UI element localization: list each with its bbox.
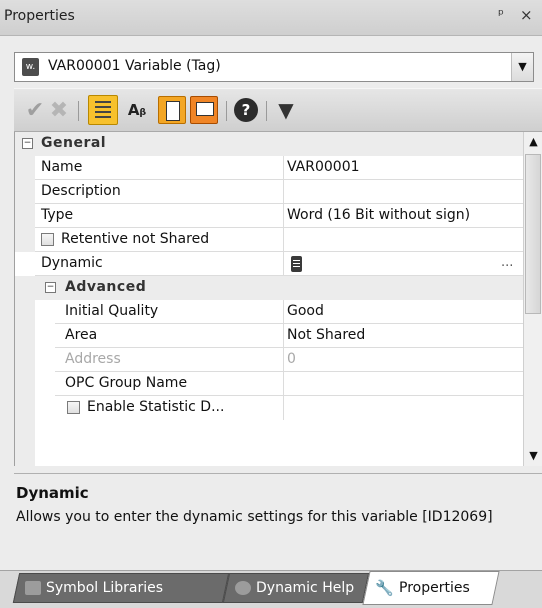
scroll-up-icon[interactable]: ▲ [524, 132, 542, 152]
pin-icon[interactable]: ᵖ [498, 7, 504, 23]
property-name: Name [41, 159, 83, 175]
property-row-address[interactable]: Address 0 [15, 348, 523, 372]
tab-label: Dynamic Help [256, 580, 355, 596]
object-selector[interactable]: w. VAR00001 Variable (Tag) ▼ [14, 52, 534, 82]
property-value[interactable]: Good [287, 303, 324, 319]
property-name: Area [65, 327, 98, 343]
toolbar-separator [266, 101, 267, 121]
toolbar-separator [78, 101, 79, 121]
category-general[interactable]: − General [15, 132, 523, 156]
scrollbar-thumb[interactable] [525, 154, 541, 314]
property-row-dynamic[interactable]: Dynamic ... [15, 252, 523, 276]
property-row-description[interactable]: Description [15, 180, 523, 204]
collapse-icon[interactable]: − [45, 282, 56, 293]
column-divider [283, 300, 284, 324]
object-selector-text: VAR00001 Variable (Tag) [48, 58, 221, 74]
properties-toolbar: ✔ ✖ Aᵦ ? ▼ [14, 88, 542, 132]
column-divider [283, 396, 284, 420]
tab-dynamic-help[interactable]: Dynamic Help [222, 573, 370, 603]
property-name: Description [41, 183, 121, 199]
tab-symbol-libraries[interactable]: Symbol Libraries [12, 573, 230, 603]
symbol-library-icon [25, 581, 41, 595]
help-globe-icon [235, 581, 251, 595]
property-value: 0 [287, 351, 296, 367]
property-value[interactable]: Not Shared [287, 327, 365, 343]
property-row-name[interactable]: Name VAR00001 [15, 156, 523, 180]
description-panel: Dynamic Allows you to enter the dynamic … [14, 473, 542, 568]
property-name: Address [65, 351, 121, 367]
statistic-checkbox[interactable] [67, 401, 80, 414]
property-row-opc-group[interactable]: OPC Group Name [15, 372, 523, 396]
column-divider [283, 228, 284, 252]
column-divider [283, 324, 284, 348]
property-name: Type [41, 207, 74, 223]
property-value[interactable]: Word (16 Bit without sign) [287, 207, 470, 223]
variable-icon: w. [22, 58, 39, 76]
alphabetical-view-icon[interactable]: Aᵦ [122, 96, 152, 124]
panel-title: Properties [4, 8, 75, 24]
wrench-icon: 🔧 [375, 579, 394, 597]
help-icon[interactable]: ? [234, 98, 258, 122]
property-row-area[interactable]: Area Not Shared [15, 324, 523, 348]
property-name: Enable Statistic D... [87, 399, 225, 415]
scroll-down-icon[interactable]: ▼ [524, 446, 542, 466]
close-icon[interactable]: × [520, 6, 533, 24]
tab-properties[interactable]: 🔧 Properties [362, 571, 500, 605]
retentive-checkbox[interactable] [41, 233, 54, 246]
property-pages-icon[interactable] [158, 96, 186, 124]
property-name: Dynamic [41, 255, 103, 271]
column-divider [283, 156, 284, 180]
column-divider [283, 180, 284, 204]
column-divider [283, 372, 284, 396]
bottom-tab-strip: Symbol Libraries Dynamic Help 🔧 Properti… [0, 570, 542, 608]
column-divider [283, 348, 284, 372]
filter-icon[interactable]: ▼ [274, 96, 298, 124]
property-row-enable-statistic[interactable]: Enable Statistic D... [15, 396, 523, 420]
cancel-x-icon[interactable]: ✖ [46, 96, 72, 124]
property-grid: − General Name VAR00001 Description Type… [14, 132, 542, 466]
dynamic-icon [291, 256, 302, 272]
chevron-down-icon[interactable]: ▼ [511, 53, 533, 81]
property-name: Retentive not Shared [61, 231, 210, 247]
toolbar-separator [226, 101, 227, 121]
description-title: Dynamic [16, 484, 89, 502]
property-row-initial-quality[interactable]: Initial Quality Good [15, 300, 523, 324]
vertical-scrollbar[interactable]: ▲ ▼ [523, 132, 542, 466]
tab-label: Properties [398, 580, 470, 596]
tab-label: Symbol Libraries [46, 580, 164, 596]
property-row-retentive[interactable]: Retentive not Shared [15, 228, 523, 252]
description-toggle-icon[interactable] [190, 96, 218, 124]
column-divider [283, 204, 284, 228]
categorized-view-icon[interactable] [88, 95, 118, 125]
property-value[interactable]: VAR00001 [287, 159, 360, 175]
property-row-type[interactable]: Type Word (16 Bit without sign) [15, 204, 523, 228]
panel-titlebar: Properties ᵖ × [0, 0, 542, 36]
property-name: OPC Group Name [65, 375, 188, 391]
category-label: General [41, 135, 107, 151]
property-name: Initial Quality [65, 303, 159, 319]
category-advanced[interactable]: − Advanced [35, 276, 523, 300]
apply-check-icon[interactable]: ✔ [24, 96, 46, 124]
category-label: Advanced [65, 279, 147, 295]
collapse-icon[interactable]: − [22, 138, 33, 149]
column-divider [283, 252, 284, 276]
description-text: Allows you to enter the dynamic settings… [16, 509, 493, 525]
ellipsis-button[interactable]: ... [501, 255, 513, 270]
